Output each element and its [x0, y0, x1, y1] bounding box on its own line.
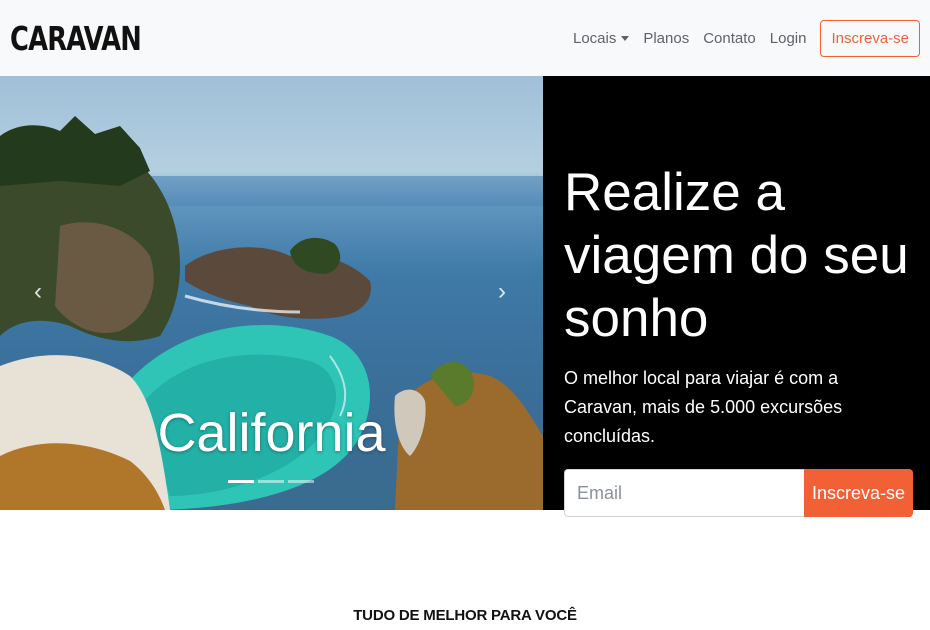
nav-link-locais[interactable]: Locais [572, 29, 630, 47]
signup-form: Inscreva-se [564, 469, 913, 517]
caret-down-icon [621, 35, 630, 41]
carousel-prev-control[interactable]: ‹ [26, 274, 50, 310]
carousel: ‹ › California [0, 76, 543, 510]
chevron-right-icon: › [498, 278, 506, 305]
email-input[interactable] [564, 469, 804, 517]
nav-links: Locais Planos Contato Login Inscreva-se [559, 19, 920, 57]
navbar: CARAVAN Locais Planos Contato Login Insc… [0, 0, 930, 76]
carousel-indicator[interactable] [288, 480, 314, 483]
nav-link-planos[interactable]: Planos [643, 30, 689, 47]
hero-title: Realize a viagem do seu sonho [564, 163, 909, 348]
signup-nav-button[interactable]: Inscreva-se [820, 19, 920, 57]
carousel-next-control[interactable]: › [490, 274, 514, 310]
carousel-caption: California [157, 403, 386, 463]
nav-link-contato[interactable]: Contato [703, 30, 756, 47]
hero: ‹ › California Realize a viagem do seu s… [0, 76, 930, 517]
carousel-indicator[interactable] [228, 480, 254, 483]
hero-lead: O melhor local para viajar é com a Carav… [564, 368, 843, 446]
carousel-indicators [228, 480, 318, 483]
nav-link-login[interactable]: Login [770, 30, 807, 47]
nav-link-label: Locais [572, 29, 617, 47]
carousel-indicator[interactable] [258, 480, 284, 483]
brand-logo[interactable]: CARAVAN [10, 22, 142, 55]
signup-button[interactable]: Inscreva-se [804, 469, 913, 517]
hero-panel: Realize a viagem do seu sonho O melhor l… [543, 76, 930, 517]
chevron-left-icon: ‹ [34, 278, 42, 305]
section-title: TUDO DE MELHOR PARA VOCÊ [353, 607, 577, 624]
